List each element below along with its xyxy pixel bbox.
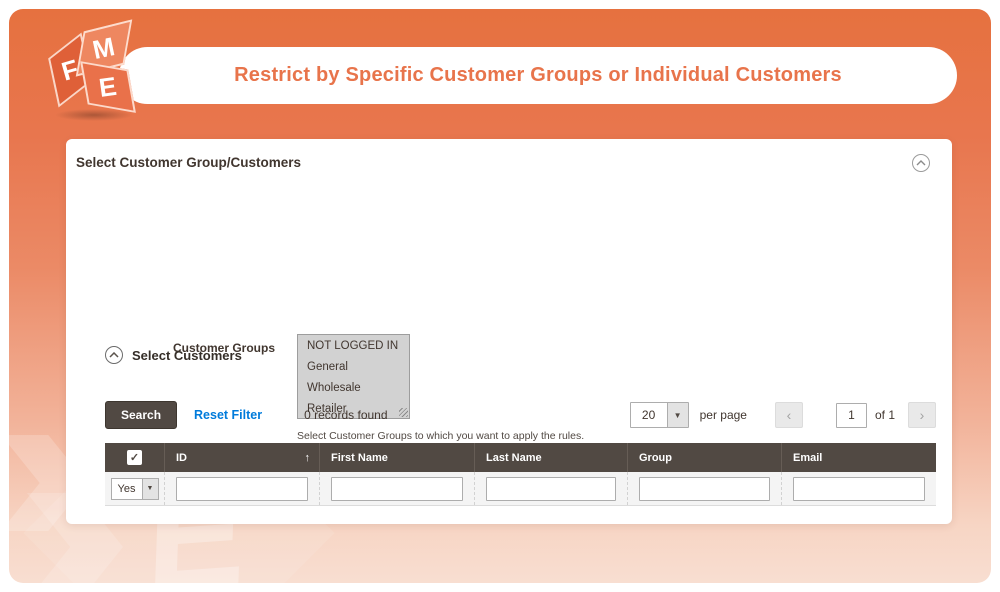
email-filter-input[interactable] xyxy=(793,477,925,501)
filter-cell-id xyxy=(164,472,319,505)
filter-cell-group xyxy=(627,472,781,505)
previous-page-button[interactable]: ‹ xyxy=(775,402,803,428)
selected-filter-dropdown[interactable]: Yes ▼ xyxy=(111,478,159,500)
sort-asc-icon: ↑ xyxy=(305,452,311,464)
grid-header-group[interactable]: Group xyxy=(627,443,781,472)
id-filter-input[interactable] xyxy=(176,477,308,501)
customer-group-option[interactable]: General xyxy=(298,356,409,377)
select-all-checkbox[interactable]: ✓ xyxy=(127,450,142,465)
chevron-left-icon: ‹ xyxy=(787,407,792,423)
grid-header-select-all[interactable]: ✓ xyxy=(105,443,164,472)
header-banner: Restrict by Specific Customer Groups or … xyxy=(119,47,957,104)
customers-grid: ✓ ID ↑ First Name Last Name Group Email … xyxy=(105,443,936,506)
customer-group-option[interactable]: Wholesale xyxy=(298,377,409,398)
customer-group-option[interactable]: NOT LOGGED IN xyxy=(298,335,409,356)
last-name-filter-input[interactable] xyxy=(486,477,616,501)
fme-logo: F M E xyxy=(43,25,147,129)
grid-header-id[interactable]: ID ↑ xyxy=(164,443,319,472)
page-title: Restrict by Specific Customer Groups or … xyxy=(234,64,842,87)
next-page-button[interactable]: › xyxy=(908,402,936,428)
customer-groups-help-text: Select Customer Groups to which you want… xyxy=(297,430,584,442)
per-page-select[interactable]: 20 ▼ xyxy=(630,402,689,428)
per-page-label: per page xyxy=(700,408,747,422)
per-page-value: 20 xyxy=(631,403,667,427)
chevron-up-icon xyxy=(916,160,926,166)
filter-cell-first-name xyxy=(319,472,474,505)
grid-header-email[interactable]: Email xyxy=(781,443,936,472)
first-name-filter-input[interactable] xyxy=(331,477,463,501)
search-button[interactable]: Search xyxy=(105,401,177,429)
panel-collapse-button[interactable] xyxy=(912,154,930,172)
grid-filter-row: Yes ▼ xyxy=(105,472,936,506)
filter-cell-last-name xyxy=(474,472,627,505)
grid-toolbar: Search Reset Filter 0 records found 20 ▼… xyxy=(105,401,936,429)
select-customer-group-panel: Select Customer Group/Customers Customer… xyxy=(66,139,952,524)
chevron-up-icon xyxy=(109,352,119,358)
logo-shadow xyxy=(55,109,133,121)
select-customers-title: Select Customers xyxy=(132,348,242,363)
filter-cell-select: Yes ▼ xyxy=(105,472,164,505)
page-background: E Restrict by Specific Customer Groups o… xyxy=(9,9,991,583)
screenshot-root: E Restrict by Specific Customer Groups o… xyxy=(0,0,1000,592)
grid-header-first-name[interactable]: First Name xyxy=(319,443,474,472)
group-filter-input[interactable] xyxy=(639,477,770,501)
filter-cell-email xyxy=(781,472,936,505)
logo-face-e: E xyxy=(80,61,136,113)
reset-filter-link[interactable]: Reset Filter xyxy=(194,408,262,422)
selected-filter-value: Yes xyxy=(112,479,142,499)
records-found-text: 0 records found xyxy=(304,408,387,422)
chevron-right-icon: › xyxy=(920,407,925,423)
grid-header-last-name[interactable]: Last Name xyxy=(474,443,627,472)
select-customers-collapse-button[interactable] xyxy=(105,346,123,364)
caret-down-icon[interactable]: ▼ xyxy=(667,403,688,427)
pagination-controls: 20 ▼ per page ‹ of 1 › xyxy=(630,402,936,428)
panel-title: Select Customer Group/Customers xyxy=(76,155,301,170)
page-number-input[interactable] xyxy=(836,403,867,428)
page-count-text: of 1 xyxy=(875,408,895,422)
select-customers-header: Select Customers xyxy=(105,346,242,364)
caret-down-icon[interactable]: ▼ xyxy=(142,479,158,499)
check-icon: ✓ xyxy=(130,451,139,464)
grid-header-row: ✓ ID ↑ First Name Last Name Group Email xyxy=(105,443,936,472)
